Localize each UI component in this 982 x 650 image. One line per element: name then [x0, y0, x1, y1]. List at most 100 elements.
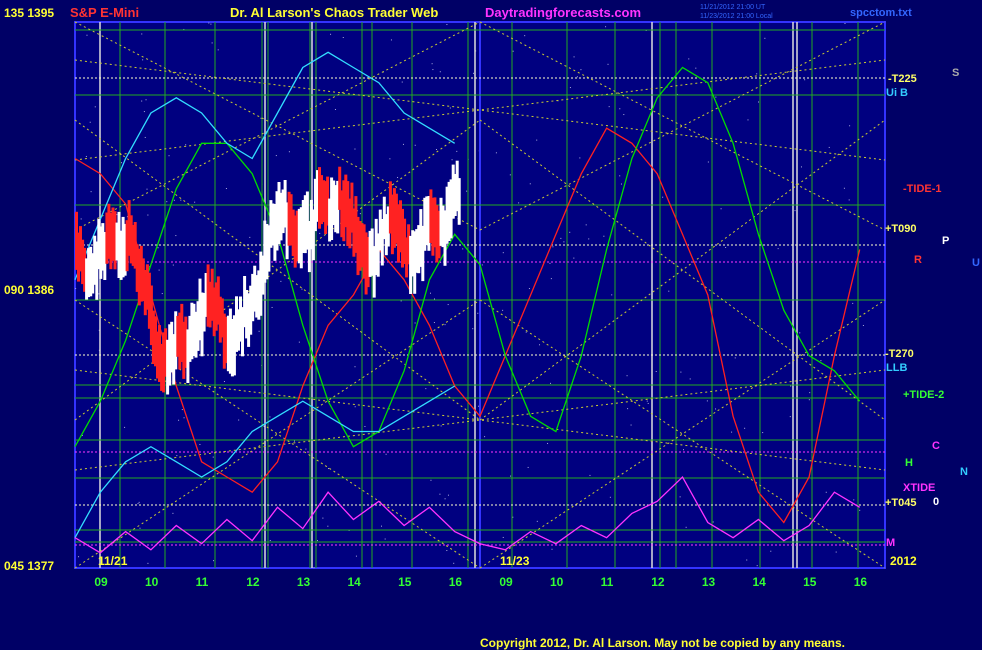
star — [453, 562, 455, 564]
star — [725, 247, 727, 249]
star — [525, 331, 527, 333]
star — [143, 111, 145, 113]
star — [528, 288, 530, 290]
label-tide2: +TIDE-2 — [903, 389, 944, 401]
star — [223, 381, 225, 383]
star — [429, 292, 431, 294]
x-tick-label: 13 — [297, 575, 311, 589]
date-label-mid: 11/23 — [500, 554, 530, 568]
star — [481, 264, 483, 266]
star — [439, 493, 441, 495]
star — [414, 144, 416, 146]
star — [260, 117, 262, 119]
x-tick-label: 12 — [651, 575, 665, 589]
star — [477, 312, 479, 314]
star — [683, 449, 685, 451]
star — [176, 455, 178, 457]
x-tick-label: 15 — [398, 575, 412, 589]
star — [720, 208, 722, 210]
star — [576, 76, 578, 78]
star — [178, 419, 180, 421]
star — [603, 235, 605, 237]
x-tick-label: 14 — [347, 575, 361, 589]
star — [175, 235, 177, 237]
star — [484, 436, 486, 438]
star — [466, 190, 468, 192]
label-u: U — [972, 257, 980, 269]
star — [137, 503, 139, 505]
star — [328, 468, 330, 470]
star — [180, 199, 182, 201]
label-t225: -T225 — [888, 73, 917, 85]
star — [147, 562, 149, 564]
star — [685, 526, 687, 528]
star — [605, 26, 607, 28]
star — [397, 176, 399, 178]
timestamp-1: 11/21/2012 21:00 UT — [700, 4, 766, 11]
star — [85, 155, 87, 157]
star — [449, 107, 451, 109]
star — [385, 453, 387, 455]
star — [580, 69, 582, 71]
star — [620, 183, 622, 185]
star — [777, 248, 779, 250]
star — [764, 37, 766, 39]
star — [354, 366, 356, 368]
star — [462, 248, 464, 250]
star — [502, 309, 504, 311]
star — [853, 499, 855, 501]
star — [451, 159, 453, 161]
star — [744, 427, 746, 429]
star — [173, 199, 175, 201]
x-tick-label: 11 — [196, 575, 209, 589]
star — [547, 442, 549, 444]
star — [611, 294, 613, 296]
star — [249, 236, 251, 238]
label-tide1: -TIDE-1 — [903, 183, 942, 195]
star — [679, 496, 681, 498]
star — [94, 106, 96, 108]
star — [166, 201, 168, 203]
star — [804, 79, 806, 81]
star — [608, 106, 610, 108]
star — [715, 96, 717, 98]
star — [440, 425, 442, 427]
star — [734, 357, 736, 359]
star — [456, 150, 458, 152]
star — [688, 58, 690, 60]
star — [447, 304, 449, 306]
star — [381, 525, 382, 527]
star — [662, 196, 664, 198]
star — [762, 432, 764, 434]
star — [316, 540, 318, 542]
star — [524, 35, 526, 37]
star — [472, 328, 474, 330]
chaos-trader-chart: S&P E-Mini Dr. Al Larson's Chaos Trader … — [0, 0, 982, 650]
star — [271, 306, 273, 308]
star — [75, 287, 77, 289]
date-label-left: 11/21 — [98, 554, 128, 568]
star — [430, 479, 432, 481]
star — [550, 382, 552, 384]
star — [706, 400, 708, 402]
star — [138, 501, 140, 503]
star — [849, 125, 851, 127]
star — [414, 322, 416, 324]
star — [695, 67, 697, 69]
star — [432, 69, 434, 71]
year-label: 2012 — [890, 554, 917, 568]
star — [808, 399, 810, 401]
star — [354, 406, 356, 408]
star — [124, 426, 126, 428]
x-tick-label: 15 — [803, 575, 817, 589]
star — [90, 191, 92, 193]
site-name: Daytradingforecasts.com — [485, 5, 641, 20]
star — [585, 224, 587, 226]
star — [619, 108, 621, 110]
star — [789, 416, 791, 418]
star — [342, 37, 344, 39]
star — [623, 114, 625, 116]
star — [322, 517, 324, 519]
star — [756, 565, 758, 567]
star — [589, 474, 591, 476]
